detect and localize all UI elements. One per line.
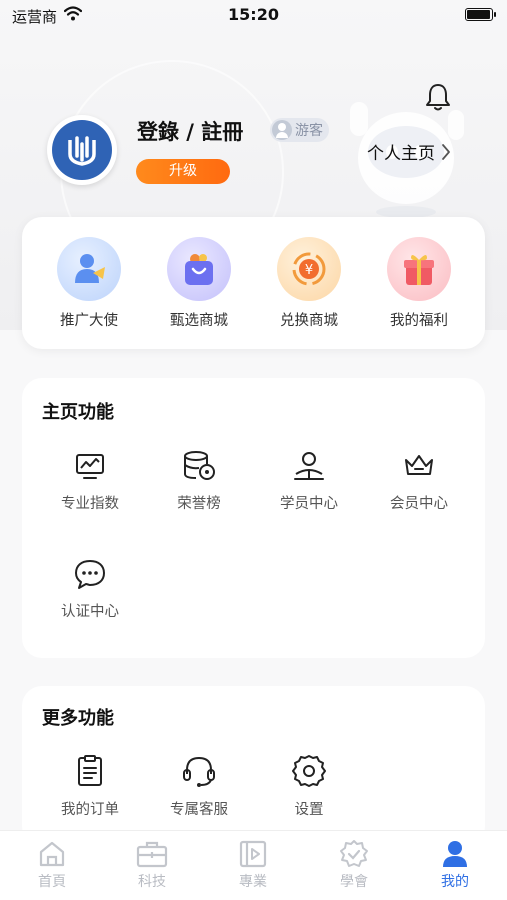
tab-mine[interactable]: 我的 [405, 839, 505, 891]
shortcut-label: 甄选商城 [170, 313, 228, 329]
login-register-link[interactable]: 登錄 / 註冊 [137, 116, 243, 146]
tab-label: 學會 [340, 874, 368, 890]
tab-label: 科技 [138, 874, 166, 890]
shortcut-my-benefits[interactable]: 我的福利 [371, 237, 467, 330]
video-icon [239, 840, 267, 868]
student-reading-icon [294, 452, 324, 480]
exchange-coin-icon: ¥ [277, 237, 341, 301]
tab-label: 首頁 [38, 874, 66, 890]
status-bar: 运营商 15:20 [0, 0, 507, 30]
func-label: 学员中心 [280, 496, 338, 512]
func-my-orders[interactable]: 我的订单 [40, 754, 140, 819]
avatar-logo-icon [52, 120, 112, 180]
ambassador-icon [57, 237, 121, 301]
func-label: 会员中心 [390, 496, 448, 512]
notification-bell-icon[interactable] [424, 82, 452, 112]
briefcase-icon [136, 841, 168, 868]
clipboard-icon [78, 755, 102, 786]
gift-icon [387, 237, 451, 301]
shortcut-label: 推广大使 [60, 313, 118, 329]
tab-label: 我的 [441, 874, 469, 890]
func-label: 设置 [294, 802, 324, 818]
func-label: 认证中心 [61, 604, 119, 620]
tab-label: 專業 [239, 874, 267, 890]
func-student-center[interactable]: 学员中心 [259, 450, 359, 513]
func-member-center[interactable]: 会员中心 [369, 450, 469, 513]
svg-text:¥: ¥ [305, 263, 313, 278]
bottom-tab-bar: 首頁 科技 專業 學會 我的 [0, 830, 507, 900]
tab-home[interactable]: 首頁 [2, 839, 102, 891]
chevron-right-icon [442, 143, 450, 160]
guest-user-icon [272, 120, 292, 140]
personal-homepage-label: 个人主页 [367, 144, 435, 164]
database-badge-icon [184, 451, 215, 480]
func-label: 我的订单 [61, 802, 119, 818]
shortcut-exchange-mall[interactable]: ¥ 兑换商城 [261, 237, 357, 330]
gear-icon [292, 755, 326, 787]
section-title: 主页功能 [42, 402, 114, 423]
battery-icon [465, 8, 496, 21]
func-settings[interactable]: 设置 [259, 754, 359, 819]
personal-homepage-link[interactable]: 个人主页 [367, 139, 451, 164]
crown-icon [405, 455, 433, 475]
tab-society[interactable]: 學會 [304, 839, 404, 891]
headset-icon [183, 756, 215, 787]
func-honor-board[interactable]: 荣誉榜 [149, 450, 249, 513]
main-functions-card: 主页功能 专业指数 荣誉榜 学员中心 会员中心 认证中心 [22, 378, 485, 658]
shortcut-select-mall[interactable]: 甄选商城 [151, 237, 247, 330]
shortcut-label: 我的福利 [390, 313, 448, 329]
status-time: 15:20 [228, 5, 279, 24]
func-label: 专属客服 [170, 802, 228, 818]
guest-badge: 游客 [270, 118, 329, 142]
section-title: 更多功能 [42, 708, 114, 729]
home-icon [39, 841, 65, 867]
chat-bubble-icon [75, 560, 105, 589]
shortcuts-card: 推广大使 甄选商城 ¥ 兑换商城 我的福利 [22, 217, 485, 349]
upgrade-button[interactable]: 升级 [136, 159, 230, 184]
func-customer-service[interactable]: 专属客服 [149, 754, 249, 819]
tab-technology[interactable]: 科技 [102, 839, 202, 891]
func-certification-center[interactable]: 认证中心 [40, 558, 140, 621]
user-icon [443, 841, 467, 867]
more-functions-card: 更多功能 我的订单 专属客服 设置 [22, 686, 485, 846]
shortcut-ambassador[interactable]: 推广大使 [41, 237, 137, 330]
tab-professional[interactable]: 專業 [203, 839, 303, 891]
shortcut-label: 兑换商城 [280, 313, 338, 329]
shield-check-icon [340, 840, 368, 867]
monitor-chart-icon [76, 454, 104, 479]
shopping-bag-icon [167, 237, 231, 301]
func-professional-index[interactable]: 专业指数 [40, 450, 140, 513]
func-label: 荣誉榜 [177, 496, 221, 512]
avatar[interactable] [47, 115, 117, 185]
func-label: 专业指数 [61, 496, 119, 512]
guest-badge-label: 游客 [295, 123, 323, 139]
